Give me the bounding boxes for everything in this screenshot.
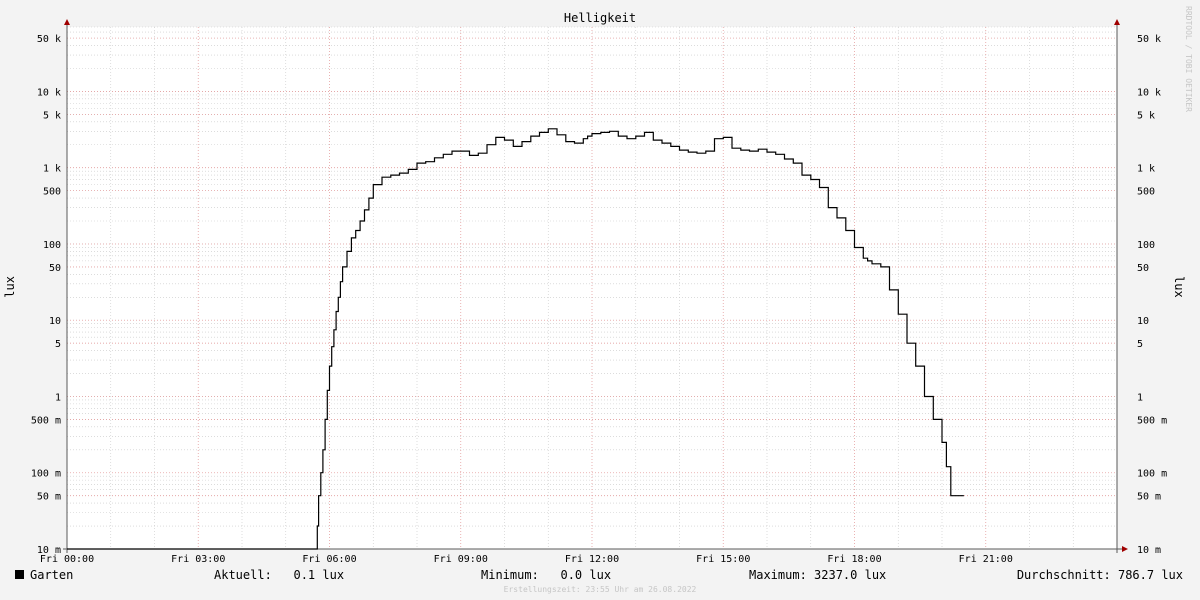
y-tick-label-right: 100 m [1137, 469, 1167, 480]
y-tick-label-right: 50 m [1137, 492, 1161, 503]
y-tick-label-right: 5 k [1137, 110, 1155, 121]
y-tick-label-right: 50 [1137, 263, 1149, 274]
y-axis-label-right: lux [1172, 276, 1186, 298]
y-tick-label-left: 50 m [37, 492, 61, 503]
y-tick-label-left: 100 m [31, 469, 61, 480]
graph-window: Fri 00:00 Fri 03:00 Fri 06:00 Fri 09:00 Fri … [0, 0, 1200, 600]
y-tick-label-left: 500 [43, 187, 61, 198]
y-tick-label-right: 100 [1137, 240, 1155, 251]
stat-average: Durchschnitt: 786.7 lux [1016, 568, 1183, 582]
x-tick-label: Fri 15:00 [696, 554, 750, 565]
y-tick-label-right: 5 [1137, 339, 1143, 350]
y-tick-label-left: 5 [55, 339, 61, 350]
y-tick-label-left: 10 k [37, 87, 61, 98]
y-tick-label-right: 500 m [1137, 415, 1167, 426]
creation-timestamp: Erstellungszeit: 23:55 Uhr am 26.08.2022 [503, 585, 697, 594]
stat-maximum: Maximum: 3237.0 lux [749, 568, 887, 582]
legend-swatch [15, 570, 24, 579]
y-tick-label-right: 500 [1137, 187, 1155, 198]
stat-minimum: Minimum: 0.0 lux [481, 568, 612, 582]
x-tick-label: Fri 12:00 [565, 554, 619, 565]
x-tick-label: Fri 18:00 [827, 554, 881, 565]
chart: Fri 00:00 Fri 03:00 Fri 06:00 Fri 09:00 Fri … [31, 19, 1167, 565]
y-tick-label-right: 10 k [1137, 87, 1161, 98]
y-tick-label-right: 1 [1137, 392, 1143, 403]
y-tick-label-left: 5 k [43, 110, 61, 121]
y-axis-label-left: lux [3, 276, 17, 298]
x-tick-label: Fri 06:00 [302, 554, 356, 565]
y-tick-label-left: 50 k [37, 34, 61, 45]
legend-series-name: Garten [30, 568, 74, 582]
y-tick-label-right: 10 [1137, 316, 1149, 327]
y-tick-label-left: 100 [43, 240, 61, 251]
x-tick-label: Fri 09:00 [434, 554, 488, 565]
stat-current: Aktuell: 0.1 lux [214, 568, 345, 582]
y-tick-label-right: 50 k [1137, 34, 1161, 45]
chart-title: Helligkeit [563, 11, 637, 25]
x-tick-label: Fri 21:00 [959, 554, 1013, 565]
rrdtool-watermark: RRDTOOL / TOBI OETIKER [1184, 6, 1193, 112]
x-axis-arrow [1122, 546, 1128, 552]
y-tick-label-left: 10 [49, 316, 61, 327]
x-tick-label: Fri 03:00 [171, 554, 225, 565]
y-tick-label-left: 1 k [43, 164, 61, 175]
y-tick-label-left: 50 [49, 263, 61, 274]
y-tick-label-left: 1 [55, 392, 61, 403]
y-tick-label-left: 500 m [31, 415, 61, 426]
y-tick-label-left: 10 m [37, 545, 61, 556]
y-tick-label-right: 10 m [1137, 545, 1161, 556]
y-tick-label-right: 1 k [1137, 164, 1155, 175]
